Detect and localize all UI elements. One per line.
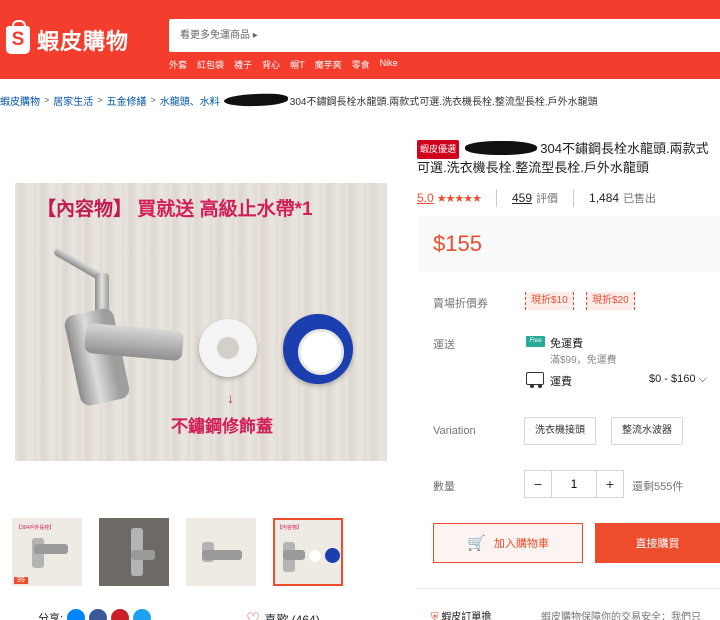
truck-icon	[526, 372, 544, 388]
decorative-cover-image	[199, 319, 257, 377]
order-guarantee: ⛨ 蝦皮訂單擔	[431, 608, 491, 620]
free-shipping-condition: 滿$99，免運費	[550, 355, 617, 366]
thumbnail-strip: 【304戶外長栓】 99 【內容物】	[12, 518, 343, 586]
chevron-right-icon: >	[44, 95, 50, 105]
sold-count: 1,484	[589, 191, 620, 205]
hot-keyword[interactable]: 紅包袋	[197, 58, 224, 71]
free-shipping-icon: Free	[526, 336, 545, 347]
breadcrumb-link[interactable]: 居家生活	[53, 93, 93, 108]
product-stats: 5.0 ★★★★★ 459 評價 1,484 已售出	[417, 189, 657, 207]
like-button[interactable]: ♡ 喜歡 (464)	[246, 609, 320, 620]
quantity-input[interactable]	[551, 471, 597, 497]
shield-icon: ⛨	[431, 612, 439, 620]
pinterest-icon[interactable]	[111, 609, 130, 620]
voucher-label: 賣場折價券	[433, 298, 488, 310]
breadcrumb-link[interactable]: 蝦皮購物	[0, 93, 40, 108]
hot-keyword[interactable]: 帽T	[290, 58, 305, 71]
thumbnail-active[interactable]: 【內容物】	[273, 518, 343, 586]
main-product-image[interactable]: 【內容物】 買就送 高級止水帶*1 ↓ 不鏽鋼修飾蓋	[15, 183, 387, 461]
image-banner: 【內容物】 買就送 高級止水帶*1	[37, 199, 313, 220]
thumbnail[interactable]: 【304戶外長栓】 99	[12, 518, 82, 586]
redaction-mark	[464, 141, 537, 155]
twitter-icon[interactable]	[133, 609, 152, 620]
variation-option[interactable]: 整流水波器	[611, 417, 683, 445]
add-to-cart-button[interactable]: 🛒 加入購物車	[433, 523, 583, 563]
hot-keywords: 外套 紅包袋 襪子 背心 帽T 魔芋爽 零食 Nike	[169, 58, 398, 71]
breadcrumb-link[interactable]: 水龍頭、水料	[160, 93, 220, 108]
product-price: $155	[433, 231, 482, 256]
rating-value[interactable]: 5.0	[417, 191, 434, 205]
product-title: 蝦皮優選 304不鏽鋼長栓水龍頭.兩款式可選.洗衣機長栓.整流型長栓.戶外水龍頭	[417, 140, 709, 175]
thumbnail[interactable]	[99, 518, 169, 586]
shipping-fee-dropdown[interactable]: $0 - $160 ⌵	[649, 373, 707, 386]
preferred-badge: 蝦皮優選	[417, 140, 460, 159]
search-input[interactable]	[169, 19, 720, 52]
voucher-tag[interactable]: 現折$10	[525, 292, 574, 310]
variation-option[interactable]: 洗衣機接頭	[524, 417, 596, 445]
chevron-down-icon: ⌵	[698, 373, 707, 385]
review-count[interactable]: 459	[512, 191, 532, 205]
decrease-button[interactable]: −	[525, 471, 551, 497]
redaction-mark	[223, 92, 288, 108]
hot-keyword[interactable]: 外套	[169, 58, 187, 71]
buy-now-button[interactable]: 直接購買	[595, 523, 720, 563]
guarantee-text: 蝦皮購物保障你的交易安全：我們只	[541, 612, 701, 620]
messenger-icon[interactable]	[67, 609, 86, 620]
price-box: $155	[417, 216, 720, 272]
breadcrumb-current: 304不鏽鋼長栓水龍頭.兩款式可選.洗衣機長栓.整流型長栓.戶外水龍頭	[289, 96, 598, 108]
quantity-stepper: − +	[524, 470, 624, 498]
stock-remaining: 還剩555件	[632, 481, 684, 493]
arrow-down-icon: ↓	[227, 390, 234, 406]
seal-tape-image	[283, 314, 353, 384]
chevron-right-icon: >	[97, 95, 103, 105]
increase-button[interactable]: +	[597, 471, 623, 497]
facebook-icon[interactable]	[89, 609, 108, 620]
hot-keyword[interactable]: 襪子	[234, 58, 252, 71]
shopee-logo[interactable]: S 蝦皮購物	[6, 20, 130, 56]
logo-text: 蝦皮購物	[37, 29, 130, 54]
voucher-tag[interactable]: 現折$20	[586, 292, 635, 310]
share-bar: 分享:	[38, 609, 152, 620]
star-rating-icon: ★★★★★	[436, 192, 482, 205]
thumbnail[interactable]	[186, 518, 256, 586]
shopping-bag-icon: S	[6, 20, 30, 54]
breadcrumb: 蝦皮購物 > 居家生活 > 五金修繕 > 水龍頭、水料 304不鏽鋼長栓水龍頭.…	[0, 92, 598, 108]
heart-icon: ♡	[246, 611, 261, 620]
variation-label: Variation	[433, 425, 476, 437]
hot-keyword[interactable]: Nike	[380, 58, 398, 71]
chevron-right-icon: >	[150, 95, 156, 105]
hot-keyword[interactable]: 背心	[262, 58, 280, 71]
shipping-fee-label: 運費	[550, 376, 572, 388]
cart-icon: 🛒	[467, 535, 486, 552]
sale-badge: 99	[14, 577, 28, 584]
cover-label: 不鏽鋼修飾蓋	[171, 417, 273, 436]
quantity-label: 數量	[433, 481, 455, 493]
hot-keyword[interactable]: 零食	[352, 58, 370, 71]
search-bar[interactable]	[169, 19, 720, 52]
site-header: S 蝦皮購物 外套 紅包袋 襪子 背心 帽T 魔芋爽 零食 Nike	[0, 0, 720, 79]
free-shipping-title: 免運費	[550, 338, 583, 350]
breadcrumb-link[interactable]: 五金修繕	[107, 93, 147, 108]
divider	[417, 588, 720, 589]
hot-keyword[interactable]: 魔芋爽	[315, 58, 342, 71]
shipping-label: 運送	[433, 339, 455, 351]
